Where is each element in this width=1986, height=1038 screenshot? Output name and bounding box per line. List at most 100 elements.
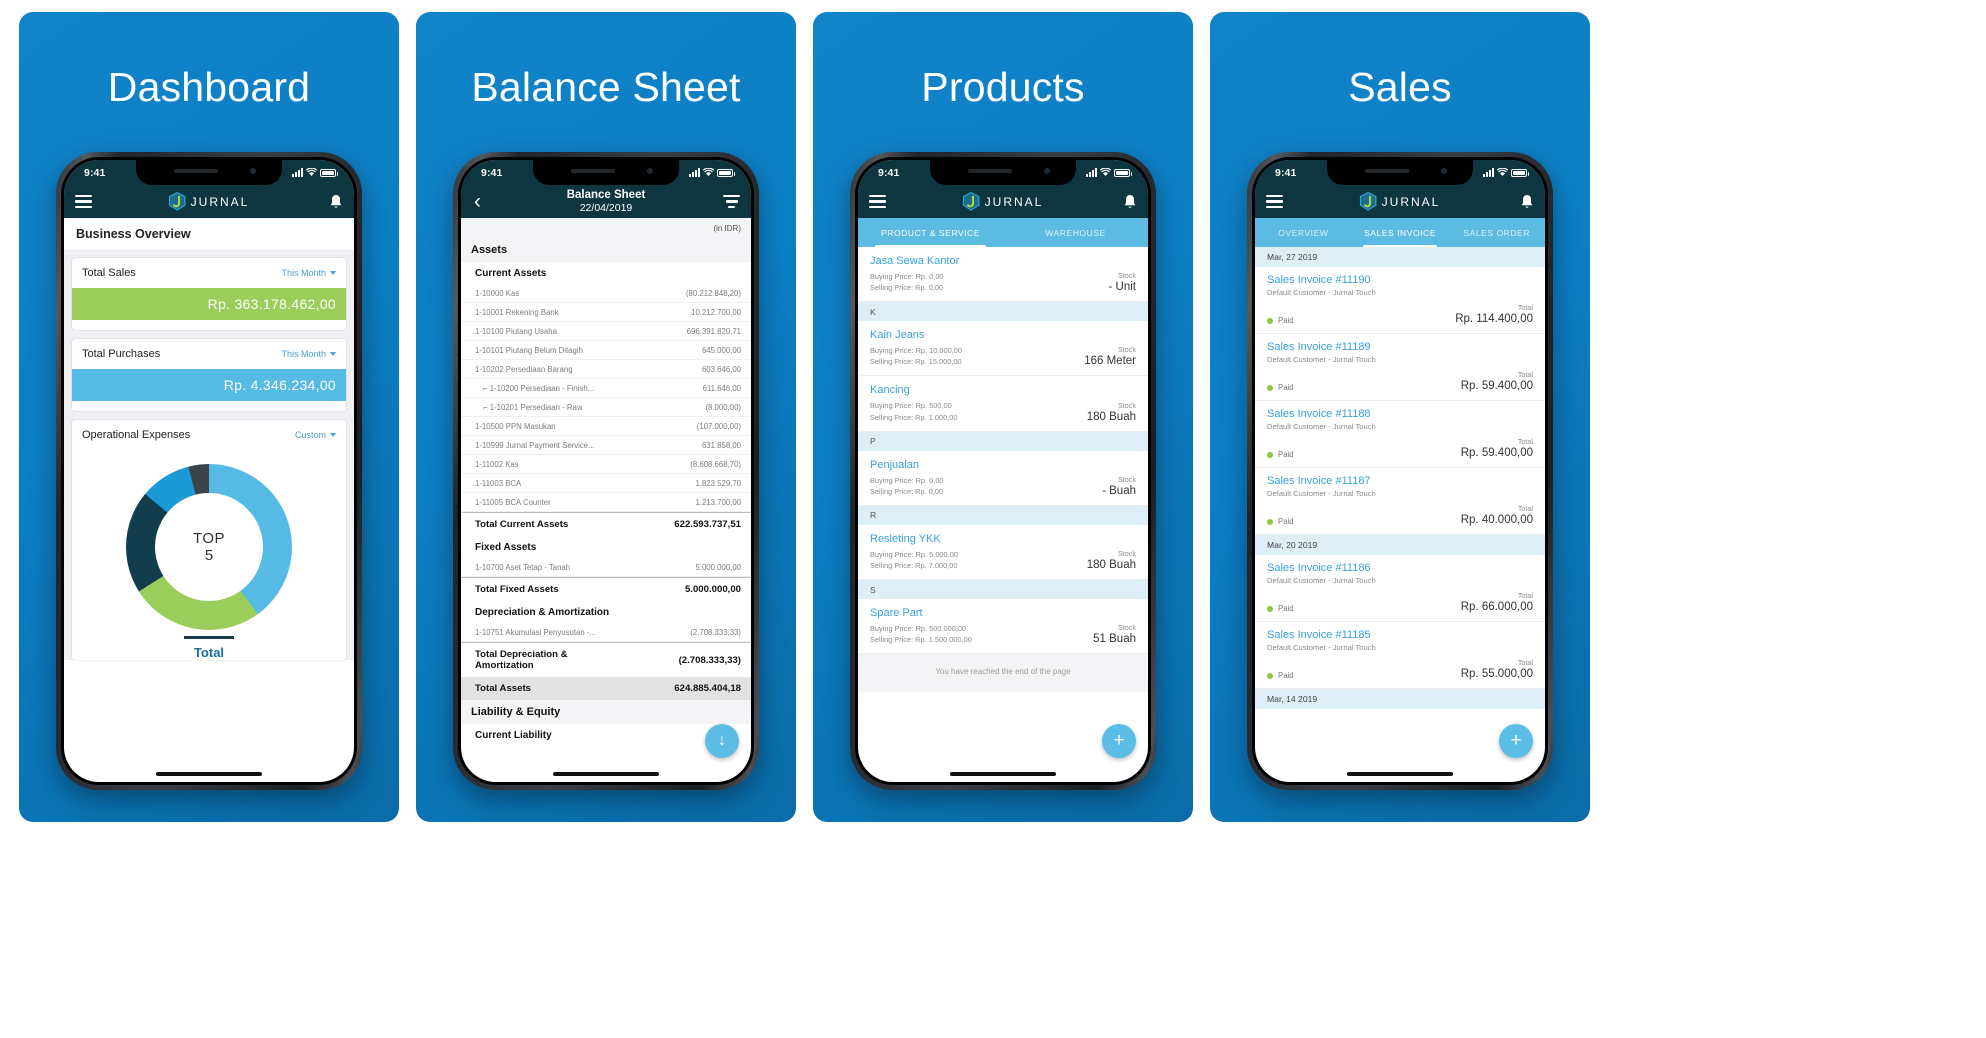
balance-sheet-row[interactable]: ⌐ 1-10200 Persediaan - Finish... 611.646,…	[461, 379, 751, 398]
donut-center-line1: TOP	[192, 530, 226, 547]
selling-price: Selling Price: Rp. 1.500.000,00	[870, 635, 972, 645]
product-list-item[interactable]: Resleting YKK Buying Price: Rp. 5.000,00 S…	[858, 524, 1148, 581]
card-total-sales[interactable]: Total Sales This Month Rp. 363.178.462,0…	[72, 258, 346, 330]
stock-label: Stock	[1118, 549, 1136, 559]
jurnal-logo-icon	[962, 191, 980, 211]
balance-sheet-row[interactable]: 1-10001 Rekening Bank 10.212.700,00	[461, 303, 751, 322]
status-badge: Paid	[1267, 517, 1294, 526]
hamburger-menu-icon[interactable]	[75, 194, 92, 209]
invoice-number: Sales Invoice #11186	[1267, 562, 1371, 574]
balance-sheet-row[interactable]: 1-10000 Kas (80.212.848,20)	[461, 284, 751, 303]
hamburger-menu-icon[interactable]	[1266, 194, 1283, 209]
sales-invoice-item[interactable]: Sales Invoice #11186 Default Customer - J…	[1255, 555, 1545, 622]
status-dot-icon	[1267, 605, 1273, 612]
selling-price: Selling Price: Rp. 15.000,00	[870, 357, 962, 367]
invoice-total: Total Rp. 114.400,00	[1455, 303, 1533, 325]
chevron-down-icon	[330, 433, 336, 437]
period-selector-purchases[interactable]: This Month	[281, 349, 336, 359]
balance-sheet-row[interactable]: 1-11005 BCA Counter 1.213.700,00	[461, 493, 751, 512]
product-name: Jasa Sewa Kantor	[870, 255, 960, 267]
brand-logo: JURNAL	[962, 191, 1044, 211]
wifi-icon	[1099, 167, 1112, 177]
balance-sheet-row[interactable]: 1-11003 BCA 1.823.529,70	[461, 474, 751, 493]
sales-invoice-item[interactable]: Sales Invoice #11189 Default Customer - J…	[1255, 334, 1545, 401]
invoice-customer: Default Customer - Jurnal Touch	[1267, 489, 1376, 498]
account-label: 1-10101 Piutang Belum Ditagih	[475, 345, 583, 355]
balance-sheet-row[interactable]: 1-10999 Jurnal Payment Service... 631.858…	[461, 436, 751, 455]
balance-sheet-row[interactable]: 1-10700 Aset Tetap - Tanah 5.000.000,00	[461, 558, 751, 578]
card-total-purchases[interactable]: Total Purchases This Month Rp. 4.346.234…	[72, 339, 346, 411]
panel-balance-sheet: Balance Sheet 9:41 ‹ Balance Sheet 22/04…	[416, 12, 796, 822]
total-assets-value: 624.885.404,18	[674, 683, 741, 695]
stock-quantity: 166 Meter	[1084, 355, 1136, 368]
status-badge: Paid	[1267, 316, 1294, 325]
product-name: Kain Jeans	[870, 329, 925, 342]
panel-title-sales: Sales	[1348, 64, 1452, 110]
period-selector-sales[interactable]: This Month	[281, 268, 336, 278]
status-dot-icon	[1267, 384, 1273, 391]
tab-product-service[interactable]: PRODUCT & SERVICE	[858, 218, 1003, 247]
balance-sheet-row[interactable]: 1-10100 Piutang Usaha 696.391.820,71	[461, 322, 751, 341]
product-prices: Buying Price: Rp. 10.000,00 Selling Price…	[870, 345, 962, 367]
product-stock: Stock - Unit	[1109, 271, 1136, 293]
balance-sheet-row[interactable]: 1-11002 Kas (8.608.668,70)	[461, 455, 751, 474]
sales-invoice-item[interactable]: Sales Invoice #11185 Default Customer - J…	[1255, 622, 1545, 689]
depreciation-rows: 1-10751 Akumulasi Penyusutan -... (2.708.…	[461, 623, 751, 643]
stock-label: Stock	[1118, 474, 1136, 484]
notification-bell-icon[interactable]	[1520, 194, 1534, 210]
panel-dashboard: Dashboard 9:41 JURNAL Business Overview …	[19, 12, 399, 822]
account-label: ⌐ 1-10200 Persediaan - Finish...	[483, 383, 595, 393]
tab-warehouse[interactable]: WAREHOUSE	[1003, 218, 1148, 247]
sales-invoice-list[interactable]: Mar, 27 2019 Sales Invoice #11190 Default …	[1255, 247, 1545, 709]
stock-label: Stock	[1118, 271, 1136, 281]
selling-price: Selling Price: Rp. 0,00	[870, 486, 944, 496]
notification-bell-icon[interactable]	[1123, 194, 1137, 210]
balance-sheet-row[interactable]: ⌐ 1-10201 Persediaan - Raw (8.000,00)	[461, 398, 751, 417]
balance-sheet-content[interactable]: (in IDR) Assets Current Assets 1-10000 K…	[461, 218, 751, 746]
page-title: Business Overview	[64, 218, 354, 251]
balance-sheet-row[interactable]: 1-10202 Persediaan Barang 603.646,00	[461, 360, 751, 379]
tab-sales-invoice[interactable]: SALES INVOICE	[1352, 218, 1449, 247]
account-value: (8.000,00)	[705, 402, 741, 412]
add-plus-icon[interactable]: +	[1499, 724, 1533, 758]
total-label: Total	[1517, 370, 1533, 379]
dashboard-scroll[interactable]: Total Sales This Month Rp. 363.178.462,0…	[64, 251, 354, 660]
account-value: 631.858,00	[701, 440, 741, 450]
notification-bell-icon[interactable]	[329, 194, 343, 210]
balance-sheet-row[interactable]: 1-10751 Akumulasi Penyusutan -... (2.708.…	[461, 623, 751, 643]
back-chevron-icon[interactable]: ‹	[474, 191, 481, 212]
invoice-customer: Default Customer - Jurnal Touch	[1267, 422, 1376, 431]
status-badge: Paid	[1267, 450, 1294, 459]
product-prices: Buying Price: Rp. 5.000,00 Selling Price:…	[870, 549, 958, 571]
current-assets-rows: 1-10000 Kas (80.212.848,20) 1-10001 Rekeni…	[461, 284, 751, 512]
download-arrow-icon[interactable]: ↓	[705, 724, 739, 758]
tab-overview[interactable]: OVERVIEW	[1255, 218, 1352, 247]
add-plus-icon[interactable]: +	[1102, 724, 1136, 758]
hamburger-menu-icon[interactable]	[869, 194, 886, 209]
product-list-item[interactable]: Spare Part Buying Price: Rp. 500.000,00 Se…	[858, 599, 1148, 655]
sales-invoice-item[interactable]: Sales Invoice #11187 Default Customer - J…	[1255, 468, 1545, 535]
products-list[interactable]: Jasa Sewa Kantor Buying Price: Rp. 0,00 Se…	[858, 247, 1148, 655]
balance-sheet-row[interactable]: 1-10500 PPN Masukan (107.000,00)	[461, 417, 751, 436]
phone-notch	[136, 160, 282, 185]
sales-invoice-item[interactable]: Sales Invoice #11190 Default Customer - J…	[1255, 267, 1545, 334]
period-selector-expenses[interactable]: Custom	[295, 430, 336, 440]
product-stock: Stock 180 Buah	[1087, 401, 1136, 423]
card-operational-expenses[interactable]: Operational Expenses Custom TOP 5 Total	[72, 420, 346, 660]
filter-icon[interactable]	[723, 195, 740, 208]
status-time: 9:41	[84, 166, 106, 179]
account-value: 611.646,00	[702, 383, 741, 393]
tab-sales-order[interactable]: SALES ORDER	[1448, 218, 1545, 247]
product-list-item[interactable]: Penjualan Buying Price: Rp. 0,00 Selling P…	[858, 450, 1148, 506]
sales-invoice-item[interactable]: Sales Invoice #11188 Default Customer - J…	[1255, 401, 1545, 468]
product-list-item[interactable]: Kain Jeans Buying Price: Rp. 10.000,00 Sel…	[858, 321, 1148, 377]
app-navbar: JURNAL	[858, 185, 1148, 218]
product-list-item[interactable]: Jasa Sewa Kantor Buying Price: Rp. 0,00 Se…	[858, 247, 1148, 303]
product-list-item[interactable]: Kancing Buying Price: Rp. 500,00 Selling P…	[858, 376, 1148, 432]
invoice-number: Sales Invoice #11185	[1267, 629, 1371, 641]
app-navbar: JURNAL	[1255, 185, 1545, 218]
balance-sheet-row[interactable]: 1-10101 Piutang Belum Ditagih 645.000,00	[461, 341, 751, 360]
period-label-expenses: Custom	[294, 430, 326, 440]
end-of-page-note: You have reached the end of the page	[858, 654, 1148, 693]
battery-icon	[717, 168, 735, 177]
